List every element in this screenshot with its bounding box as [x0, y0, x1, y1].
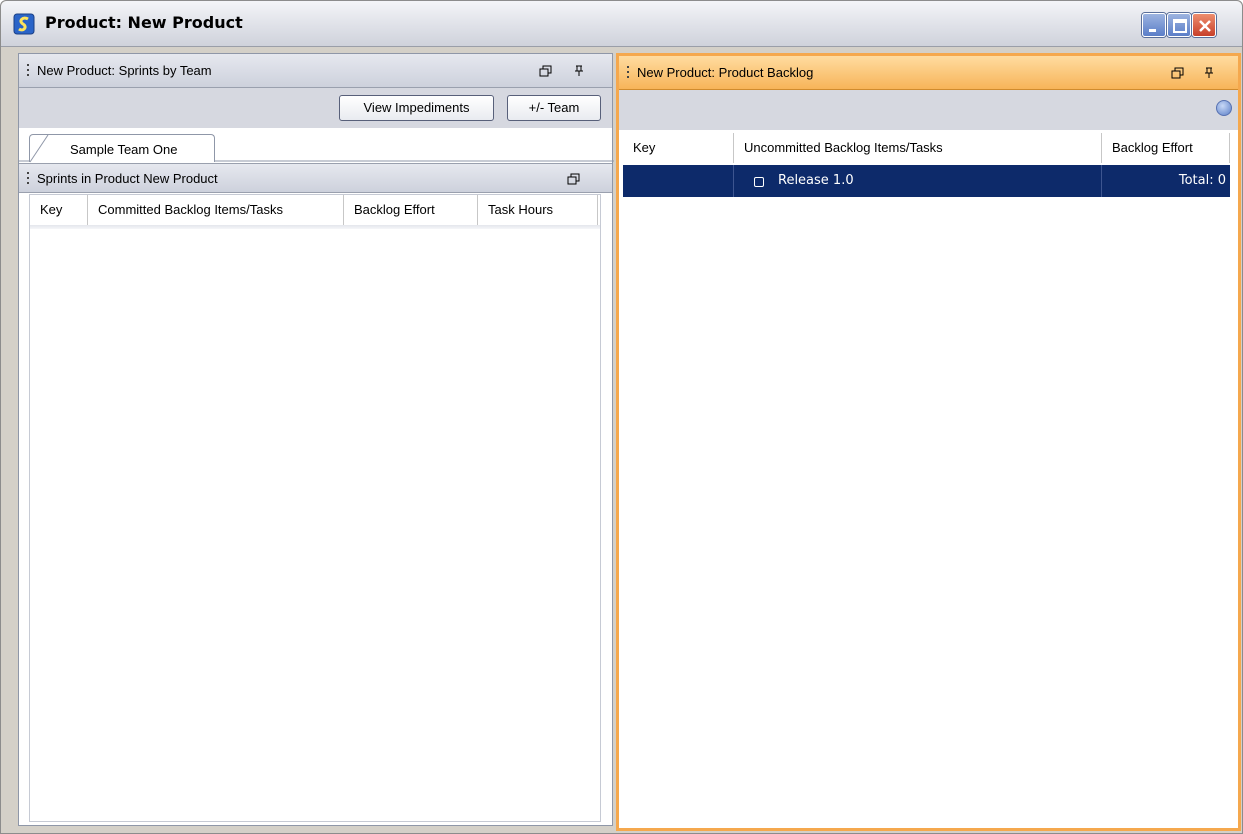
pin-icon[interactable]	[1204, 67, 1214, 83]
subpanel-header[interactable]: Sprints in Product New Product	[19, 163, 612, 193]
product-backlog-grid[interactable]: Key Uncommitted Backlog Items/Tasks Back…	[623, 133, 1238, 823]
tab-label: Sample Team One	[70, 142, 178, 157]
key-cell	[623, 165, 734, 197]
window-title: Product: New Product	[45, 13, 243, 32]
column-header-backlog-effort[interactable]: Backlog Effort	[344, 195, 478, 225]
window-titlebar[interactable]: Product: New Product	[1, 1, 1242, 47]
help-icon[interactable]	[1216, 100, 1232, 116]
release-label: Release 1.0	[778, 173, 854, 188]
column-header-key[interactable]: Key	[623, 133, 734, 163]
panel-header[interactable]: New Product: Product Backlog	[619, 56, 1238, 90]
product-backlog-panel: New Product: Product Backlog Key Uncommi…	[616, 53, 1241, 831]
committed-items-grid[interactable]: Key Committed Backlog Items/Tasks Backlo…	[29, 194, 601, 822]
tab-sample-team-one[interactable]: Sample Team One	[29, 134, 215, 163]
header-divider	[30, 225, 600, 229]
float-icon[interactable]	[567, 173, 581, 189]
add-remove-team-button[interactable]: +/- Team	[507, 95, 601, 121]
expand-checkbox[interactable]	[754, 177, 764, 187]
column-header-task-hours[interactable]: Task Hours	[478, 195, 598, 225]
effort-cell: Total: 0	[1178, 173, 1226, 188]
drag-grip-icon[interactable]	[27, 64, 31, 78]
panel-title: New Product: Sprints by Team	[37, 63, 212, 78]
column-header-committed-items[interactable]: Committed Backlog Items/Tasks	[88, 195, 344, 225]
panel-header[interactable]: New Product: Sprints by Team	[19, 54, 612, 88]
close-button[interactable]	[1192, 13, 1216, 37]
view-impediments-button[interactable]: View Impediments	[339, 95, 494, 121]
app-icon	[13, 13, 35, 35]
table-row[interactable]: Release 1.0 Total: 0	[623, 165, 1230, 197]
float-icon[interactable]	[539, 65, 553, 81]
subpanel-title: Sprints in Product New Product	[37, 171, 218, 186]
item-cell: Release 1.0	[734, 165, 1102, 197]
drag-grip-icon[interactable]	[627, 66, 631, 80]
panel-toolbar: View Impediments +/- Team	[19, 88, 612, 128]
minimize-button[interactable]	[1142, 13, 1166, 37]
drag-grip-icon[interactable]	[27, 172, 31, 186]
float-icon[interactable]	[1171, 67, 1185, 83]
panel-toolbar	[619, 90, 1238, 130]
app-window: Product: New Product New Product: Sprint…	[0, 0, 1243, 834]
maximize-button[interactable]	[1167, 13, 1191, 37]
column-header-backlog-effort[interactable]: Backlog Effort	[1102, 133, 1230, 163]
team-tabstrip: Sample Team One	[19, 128, 614, 163]
column-header-uncommitted-items[interactable]: Uncommitted Backlog Items/Tasks	[734, 133, 1102, 163]
pin-icon[interactable]	[574, 65, 584, 81]
panel-title: New Product: Product Backlog	[637, 65, 814, 80]
column-header-key[interactable]: Key	[30, 195, 88, 225]
sprints-by-team-panel: New Product: Sprints by Team View Impedi…	[18, 53, 614, 826]
